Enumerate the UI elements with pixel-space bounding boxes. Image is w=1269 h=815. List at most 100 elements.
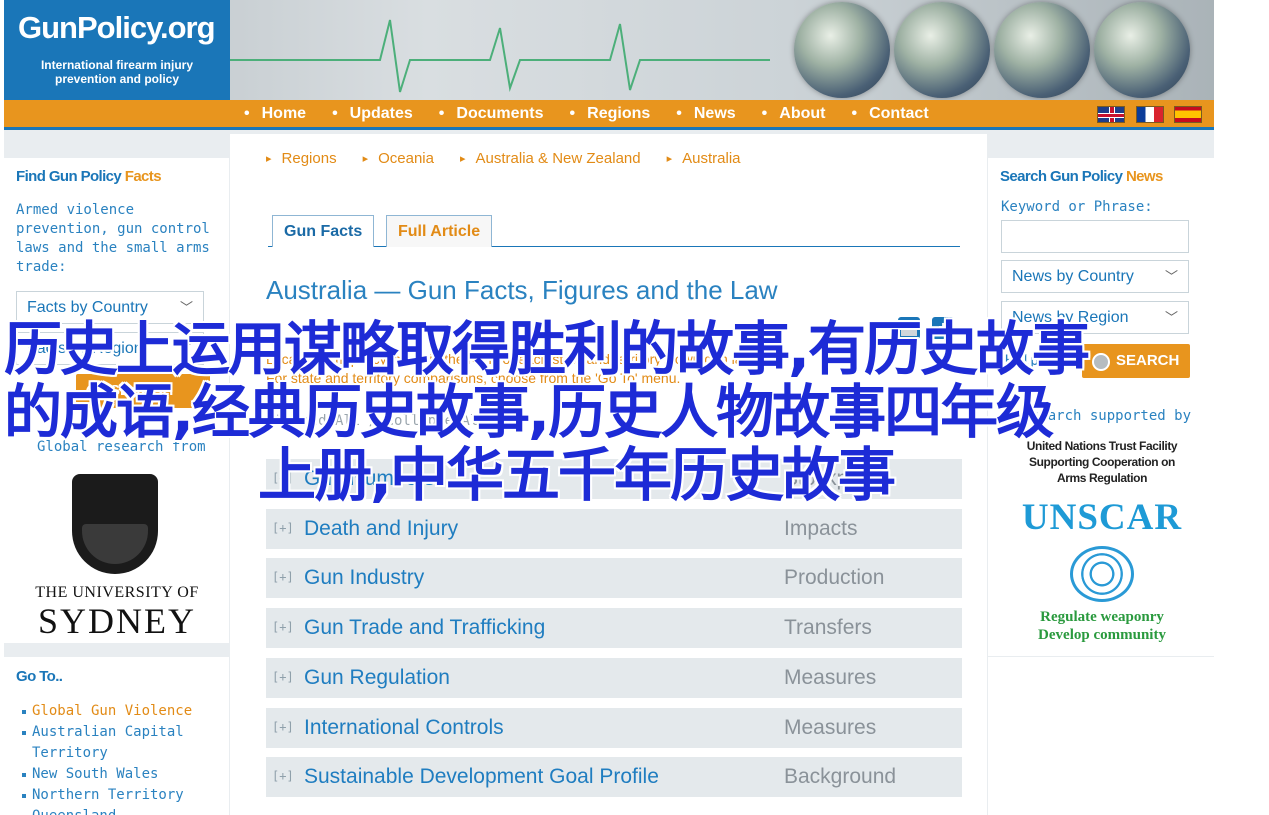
table-row[interactable]: [+] Gun Regulation Measures [266,658,962,698]
right-news-panel: Search Gun Policy News Keyword or Phrase… [988,158,1214,656]
expand-icon[interactable]: [+] [272,469,294,487]
logo-tagline-line-1: International firearm injury [40,58,194,72]
site-logo[interactable]: GunPolicy.org International firearm inju… [4,0,230,100]
news-title-text: Search Gun Policy [1000,168,1123,185]
nav-contact[interactable]: Contact [851,100,929,128]
row-category: Production [784,566,885,589]
globe-image-3 [994,2,1090,98]
goto-item[interactable]: Australian Capital Territory [22,722,229,764]
page: GunPolicy.org International firearm inju… [0,0,1269,815]
row-label: Death and Injury [304,517,459,540]
nav-documents[interactable]: Documents [439,100,543,128]
goto-list: Global Gun Violence Australian Capital T… [22,701,229,815]
left-facts-panel: Find Gun Policy Facts Armed violence pre… [4,158,229,643]
row-category: Measures [784,666,877,689]
nav-updates[interactable]: Updates [332,100,413,128]
facts-by-country-value: Facts by Country [27,299,148,316]
table-row[interactable]: [+] Sustainable Development Goal Profile… [266,757,962,797]
slogan-line-1: Regulate weaponry [1040,609,1164,625]
breadcrumb: Regions Oceania Australia & New Zealand … [266,150,767,167]
un-line-2: Supporting Cooperation on [1029,455,1175,469]
breadcrumb-australia[interactable]: Australia [667,150,740,167]
help-link[interactable]: Help [1005,353,1039,369]
unscar-wordmark: UNSCAR [1021,497,1183,538]
row-label: Sustainable Development Goal Profile [304,765,659,788]
print-icon[interactable] [898,317,920,339]
university-of-sydney-logo[interactable]: THE UNIVERSITY OF SYDNEY [22,470,212,641]
expand-collapse-link[interactable]: Expand All / Collapse All [276,413,487,429]
breadcrumb-oceania[interactable]: Oceania [363,150,434,167]
expand-icon[interactable]: [+] [272,568,294,586]
row-label: Gun Trade and Trafficking [304,616,546,639]
nav-news[interactable]: News [676,100,736,128]
news-by-country-select[interactable]: News by Country ﹀ [1001,260,1189,293]
uni-name-line-2: SYDNEY [37,601,196,641]
breadcrumb-australia-new-zealand[interactable]: Australia & New Zealand [460,150,641,167]
chevron-down-icon: ﹀ [179,300,193,315]
intro-line-2: For state and territory comparisons, cho… [266,370,681,386]
globe-image-4 [1094,2,1190,98]
goto-item[interactable]: Queensland [22,806,229,815]
table-row[interactable]: [+] Gun Numbers Stockpiles [266,459,962,499]
row-category: Stockpiles [784,467,880,490]
unscar-logo[interactable]: United Nations Trust Facility Supporting… [1004,438,1200,648]
expand-icon[interactable]: [+] [272,718,294,736]
goto-item[interactable]: Northern Territory [22,785,229,806]
row-category: Transfers [784,616,872,639]
facts-search-button[interactable]: SEARCH [76,374,210,408]
row-category: Measures [784,716,877,739]
logo-tagline-line-2: prevention and policy [54,72,180,86]
facts-by-region-select[interactable]: Facts by Region ﹀ [16,332,204,365]
nav-home[interactable]: Home [244,100,306,128]
globe-image-2 [894,2,990,98]
tab-full-article[interactable]: Full Article [386,215,493,247]
goto-item[interactable]: Global Gun Violence [22,701,229,722]
row-label: Gun Industry [304,566,425,589]
expand-icon[interactable]: [+] [272,618,294,636]
table-row[interactable]: [+] Gun Industry Production [266,558,962,598]
un-line-3: Arms Regulation [1056,471,1147,485]
news-search-button[interactable]: SEARCH [1082,344,1190,378]
add-icon[interactable]: + [932,317,954,339]
intro-line-1: Local firearm policy is within the remit… [266,351,756,367]
goto-item[interactable]: New South Wales [22,764,229,785]
unscar-slogan: Regulate weaponry Develop community [1004,608,1200,644]
spain-flag-icon[interactable] [1174,106,1202,123]
table-row[interactable]: [+] International Controls Measures [266,708,962,748]
intro-text: Local firearm policy is within the remit… [266,350,956,388]
facts-description: Armed violence prevention, gun control l… [16,202,210,275]
page-title: Australia — Gun Facts, Figures and the L… [266,275,778,305]
chevron-down-icon: ﹀ [1164,310,1178,325]
logo-tagline: International firearm injury prevention … [12,58,222,86]
news-by-region-select[interactable]: News by Region ﹀ [1001,301,1189,334]
facts-by-country-select[interactable]: Facts by Country ﹀ [16,291,204,324]
expand-icon[interactable]: [+] [272,519,294,537]
globe-image-1 [794,2,890,98]
table-row[interactable]: [+] Gun Trade and Trafficking Transfers [266,608,962,648]
row-category: Background [784,765,897,788]
main-nav: Home Updates Documents Regions News Abou… [4,100,1214,130]
chevron-down-icon: ﹀ [179,341,193,356]
left-goto-panel: Go To.. Global Gun Violence Australian C… [4,657,229,815]
header-banner: GunPolicy.org International firearm inju… [4,0,1214,100]
keyword-input[interactable] [1001,220,1189,253]
row-label: Gun Numbers [304,467,435,490]
uk-flag-icon[interactable] [1097,106,1125,123]
expand-icon[interactable]: [+] [272,668,294,686]
nav-regions[interactable]: Regions [570,100,650,128]
expand-icon[interactable]: [+] [272,767,294,785]
right-lower-panel [988,657,1214,815]
table-row[interactable]: [+] Death and Injury Impacts [266,509,962,549]
nav-about[interactable]: About [762,100,825,128]
news-title-highlight: News [1125,168,1163,185]
news-by-region-value: News by Region [1012,309,1129,326]
breadcrumb-regions[interactable]: Regions [266,150,337,167]
tab-gun-facts[interactable]: Gun Facts [272,215,375,247]
news-by-country-value: News by Country [1012,268,1134,285]
facts-panel-title: Find Gun Policy Facts [16,168,162,185]
facts-title-text: Find Gun Policy [16,168,122,185]
france-flag-icon[interactable] [1136,106,1164,123]
site-frame: GunPolicy.org International firearm inju… [4,0,1214,815]
global-research-text: Global research from [37,439,206,455]
news-panel-title: Search Gun Policy News [1000,168,1163,185]
